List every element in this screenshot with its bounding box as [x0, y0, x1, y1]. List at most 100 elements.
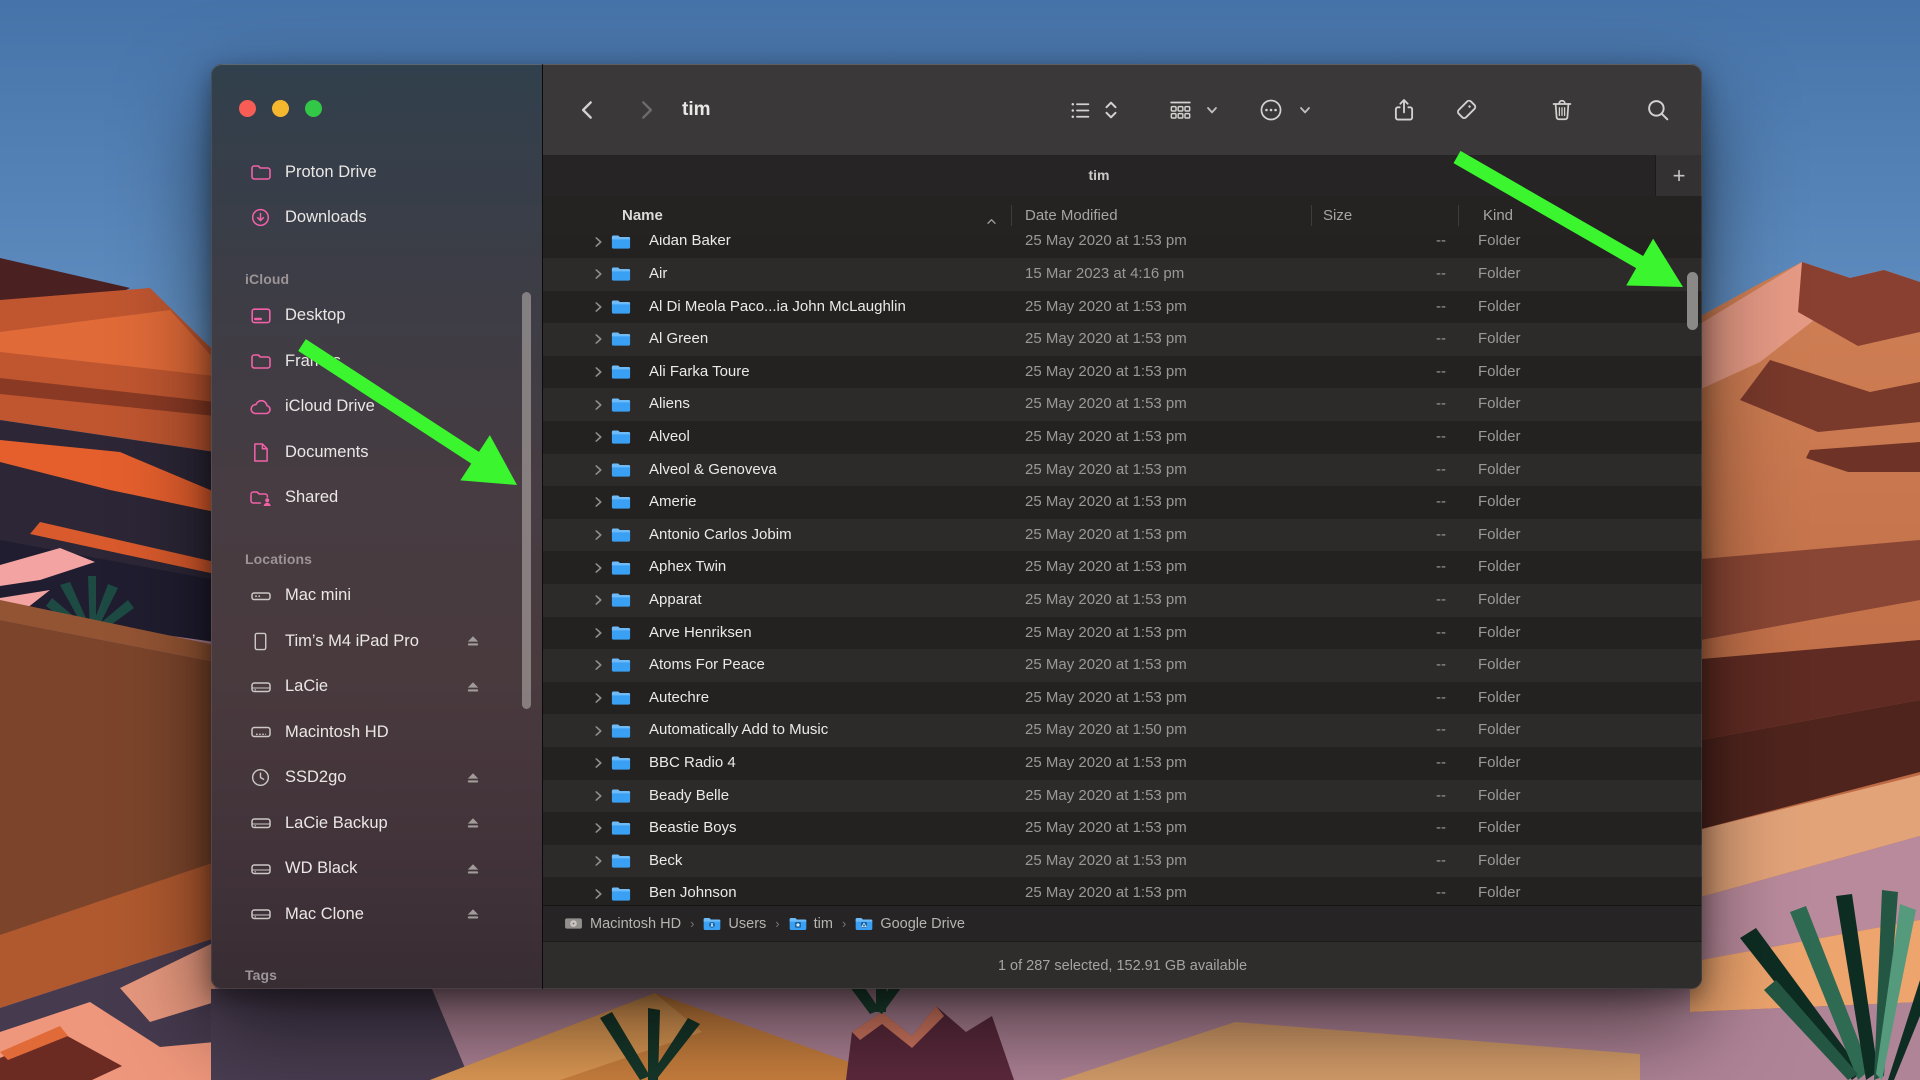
- sidebar-item-downloads[interactable]: Downloads: [247, 201, 534, 235]
- eject-icon[interactable]: [465, 815, 483, 831]
- folder-icon: [611, 788, 631, 803]
- zoom-button[interactable]: [305, 100, 322, 117]
- disclosure-chevron-icon[interactable]: [594, 724, 603, 737]
- sidebar-item-label: WD Black: [285, 859, 357, 878]
- file-row[interactable]: BBC Radio 425 May 2020 at 1:53 pm--Folde…: [543, 747, 1702, 780]
- file-row[interactable]: Atoms For Peace25 May 2020 at 1:53 pm--F…: [543, 649, 1702, 682]
- minimize-button[interactable]: [272, 100, 289, 117]
- sidebar-item-tim-s-m4-ipad-pro[interactable]: Tim’s M4 iPad Pro: [247, 624, 534, 658]
- sidebar-item-ssd2go[interactable]: SSD2go: [247, 761, 534, 795]
- list-view-icon[interactable]: [1065, 95, 1095, 125]
- sidebar-item-desktop[interactable]: Desktop: [247, 299, 534, 333]
- disclosure-chevron-icon[interactable]: [594, 822, 603, 835]
- chevron-down-icon[interactable]: [1297, 102, 1313, 118]
- file-row[interactable]: Aphex Twin25 May 2020 at 1:53 pm--Folder: [543, 551, 1702, 584]
- disclosure-chevron-icon[interactable]: [594, 626, 603, 639]
- close-button[interactable]: [239, 100, 256, 117]
- search-button[interactable]: [1643, 95, 1673, 125]
- file-row[interactable]: Ali Farka Toure25 May 2020 at 1:53 pm--F…: [543, 356, 1702, 389]
- file-row[interactable]: Ben Johnson25 May 2020 at 1:53 pm--Folde…: [543, 877, 1702, 905]
- sidebar-item-label: LaCie: [285, 677, 328, 696]
- file-row[interactable]: Antonio Carlos Jobim25 May 2020 at 1:53 …: [543, 519, 1702, 552]
- file-row[interactable]: Al Di Meola Paco...ia John McLaughlin25 …: [543, 291, 1702, 324]
- disclosure-chevron-icon[interactable]: [594, 659, 603, 672]
- file-row[interactable]: Air15 Mar 2023 at 4:16 pm--Folder: [543, 258, 1702, 291]
- tab-tim[interactable]: tim: [543, 155, 1655, 196]
- column-header-kind[interactable]: Kind: [1483, 196, 1513, 235]
- sidebar-item-lacie[interactable]: LaCie: [247, 670, 534, 704]
- disclosure-chevron-icon[interactable]: [594, 561, 603, 574]
- file-row[interactable]: Beady Belle25 May 2020 at 1:53 pm--Folde…: [543, 780, 1702, 813]
- eject-icon[interactable]: [465, 861, 483, 877]
- disclosure-chevron-icon[interactable]: [594, 235, 603, 248]
- disclosure-chevron-icon[interactable]: [594, 887, 603, 900]
- group-by-icon[interactable]: [1165, 95, 1195, 125]
- disclosure-chevron-icon[interactable]: [594, 757, 603, 770]
- path-item-tim[interactable]: tim: [789, 916, 833, 932]
- file-row[interactable]: Aidan Baker25 May 2020 at 1:53 pm--Folde…: [543, 235, 1702, 258]
- file-row[interactable]: Alveol25 May 2020 at 1:53 pm--Folder: [543, 421, 1702, 454]
- disclosure-chevron-icon[interactable]: [594, 431, 603, 444]
- desktop: Proton DriveDownloadsiCloudDesktopFrames…: [0, 0, 1920, 1080]
- share-button[interactable]: [1389, 95, 1419, 125]
- disclosure-chevron-icon[interactable]: [594, 594, 603, 607]
- eject-icon[interactable]: [465, 679, 483, 695]
- disclosure-chevron-icon[interactable]: [594, 692, 603, 705]
- path-item-users[interactable]: Users: [703, 916, 766, 932]
- eject-icon[interactable]: [465, 906, 483, 922]
- file-size: --: [1311, 519, 1446, 552]
- disclosure-chevron-icon[interactable]: [594, 398, 603, 411]
- sidebar-item-proton-drive[interactable]: Proton Drive: [247, 155, 534, 189]
- more-actions-button[interactable]: [1256, 95, 1286, 125]
- disclosure-chevron-icon[interactable]: [594, 463, 603, 476]
- sidebar-item-mac-clone[interactable]: Mac Clone: [247, 897, 534, 931]
- sidebar-item-frames[interactable]: Frames: [247, 344, 534, 378]
- file-row[interactable]: Apparat25 May 2020 at 1:53 pm--Folder: [543, 584, 1702, 617]
- sidebar-scrollbar[interactable]: [522, 292, 531, 709]
- file-row[interactable]: Alveol & Genoveva25 May 2020 at 1:53 pm-…: [543, 454, 1702, 487]
- sidebar-item-lacie-backup[interactable]: LaCie Backup: [247, 806, 534, 840]
- folder-icon: [611, 691, 631, 706]
- disclosure-chevron-icon[interactable]: [594, 496, 603, 509]
- column-header-date-modified[interactable]: Date Modified: [1025, 196, 1118, 235]
- disclosure-chevron-icon[interactable]: [594, 333, 603, 346]
- path-item-google-drive[interactable]: Google Drive: [855, 916, 965, 932]
- file-size: --: [1311, 454, 1446, 487]
- column-header-size[interactable]: Size: [1323, 196, 1352, 235]
- sidebar-item-mac-mini[interactable]: Mac mini: [247, 579, 534, 613]
- sidebar-item-wd-black[interactable]: WD Black: [247, 852, 534, 886]
- drive-internal-icon: [247, 719, 274, 745]
- file-row[interactable]: Autechre25 May 2020 at 1:53 pm--Folder: [543, 682, 1702, 715]
- file-size: --: [1311, 780, 1446, 813]
- list-scrollbar[interactable]: [1687, 272, 1698, 330]
- file-row[interactable]: Aliens25 May 2020 at 1:53 pm--Folder: [543, 388, 1702, 421]
- file-row[interactable]: Automatically Add to Music25 May 2020 at…: [543, 714, 1702, 747]
- sidebar-item-shared[interactable]: Shared: [247, 481, 534, 515]
- disclosure-chevron-icon[interactable]: [594, 300, 603, 313]
- forward-button[interactable]: [631, 95, 661, 125]
- file-row[interactable]: Al Green25 May 2020 at 1:53 pm--Folder: [543, 323, 1702, 356]
- sidebar-item-macintosh-hd[interactable]: Macintosh HD: [247, 715, 534, 749]
- path-item-macintosh-hd[interactable]: Macintosh HD: [564, 916, 681, 932]
- back-button[interactable]: [573, 95, 603, 125]
- eject-icon[interactable]: [465, 770, 483, 786]
- column-header-name[interactable]: Name: [622, 196, 663, 235]
- view-sort-chevrons-icon[interactable]: [1101, 95, 1121, 125]
- chevron-down-icon[interactable]: [1204, 102, 1220, 118]
- file-size: --: [1311, 551, 1446, 584]
- sidebar-item-documents[interactable]: Documents: [247, 435, 534, 469]
- disclosure-chevron-icon[interactable]: [594, 268, 603, 281]
- tag-button[interactable]: [1451, 95, 1481, 125]
- sidebar-item-icloud-drive[interactable]: iCloud Drive: [247, 390, 534, 424]
- file-row[interactable]: Beck25 May 2020 at 1:53 pm--Folder: [543, 845, 1702, 878]
- file-row[interactable]: Amerie25 May 2020 at 1:53 pm--Folder: [543, 486, 1702, 519]
- disclosure-chevron-icon[interactable]: [594, 855, 603, 868]
- new-tab-button[interactable]: +: [1655, 155, 1702, 196]
- file-row[interactable]: Arve Henriksen25 May 2020 at 1:53 pm--Fo…: [543, 617, 1702, 650]
- trash-button[interactable]: [1547, 95, 1577, 125]
- file-row[interactable]: Beastie Boys25 May 2020 at 1:53 pm--Fold…: [543, 812, 1702, 845]
- disclosure-chevron-icon[interactable]: [594, 529, 603, 542]
- eject-icon[interactable]: [465, 633, 483, 649]
- disclosure-chevron-icon[interactable]: [594, 366, 603, 379]
- disclosure-chevron-icon[interactable]: [594, 789, 603, 802]
